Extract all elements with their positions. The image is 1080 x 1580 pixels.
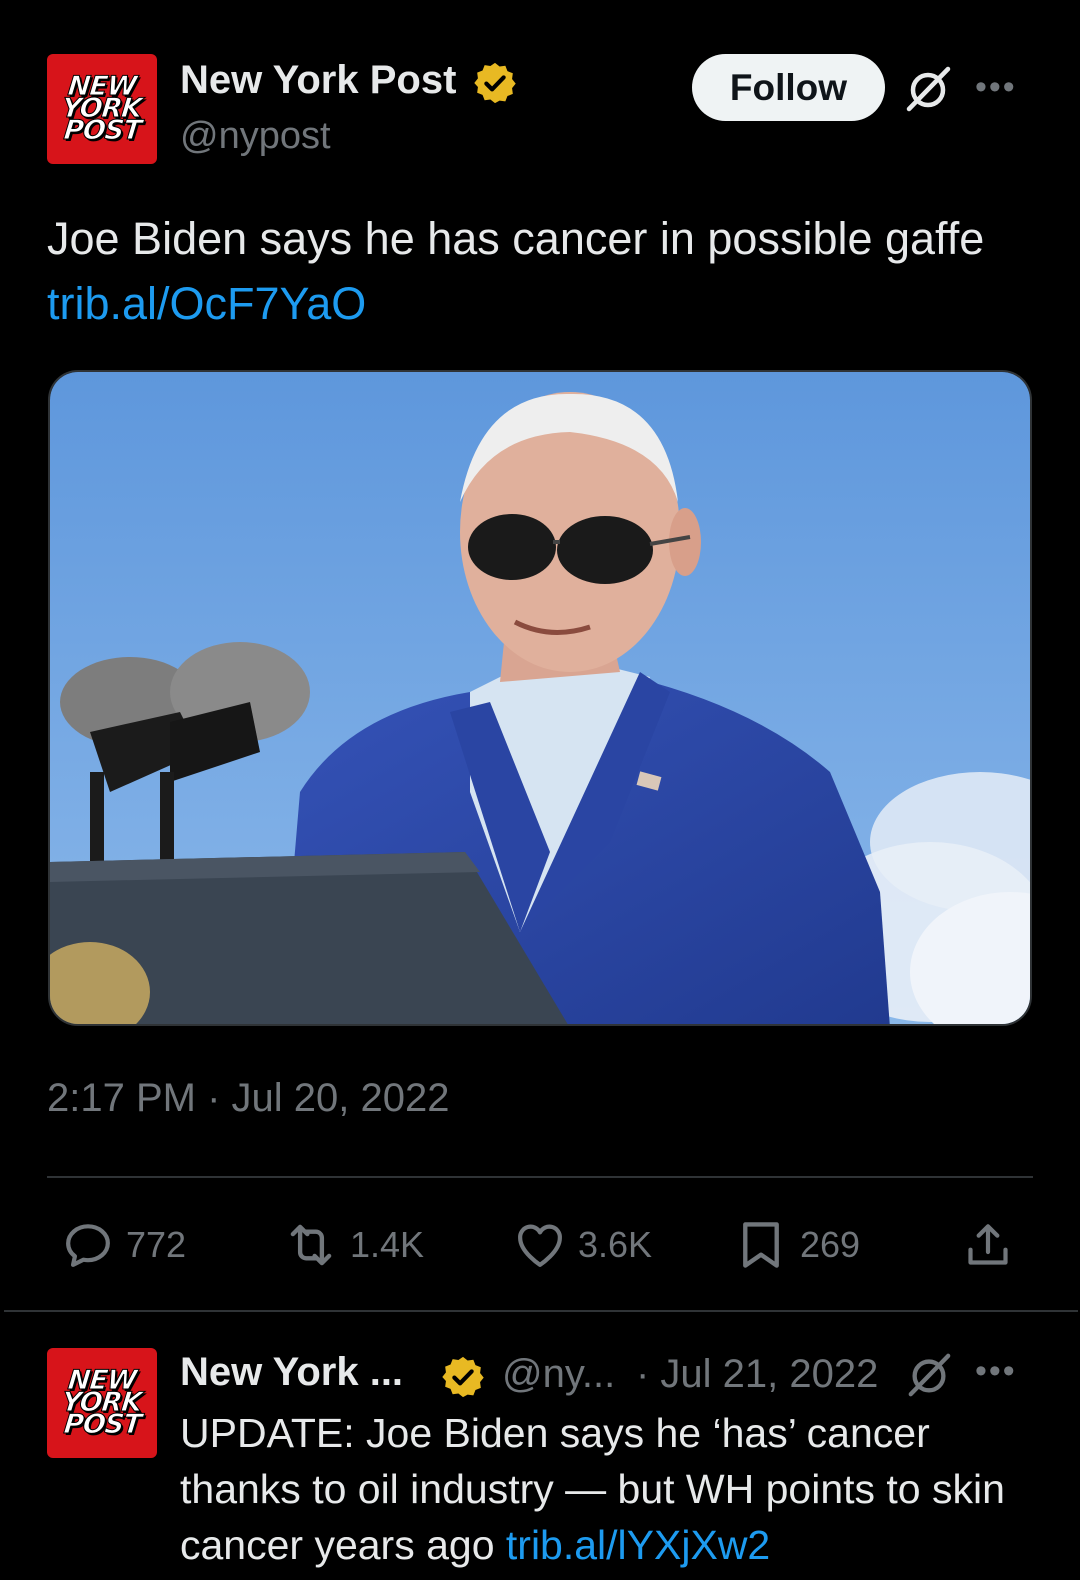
bookmark-icon [743, 1222, 779, 1268]
author-name[interactable]: New York Post [180, 58, 456, 103]
verified-badge-icon [474, 62, 516, 104]
divider [47, 1176, 1033, 1178]
reply-author-name[interactable]: New York ... [180, 1350, 403, 1395]
like-count: 3.6K [578, 1224, 653, 1265]
more-icon[interactable]: ••• [975, 68, 1017, 107]
more-icon[interactable]: ••• [975, 1352, 1017, 1391]
tweet-text: Joe Biden says he has cancer in possible… [47, 206, 1037, 336]
share-icon [968, 1224, 1008, 1265]
reply-text: UPDATE: Joe Biden says he ‘has’ cancer t… [180, 1405, 1040, 1573]
heart-icon [518, 1224, 562, 1267]
tweet-link[interactable]: trib.al/OcF7YaO [47, 278, 366, 329]
share-action[interactable] [960, 1215, 1016, 1275]
bookmark-count: 269 [800, 1224, 861, 1265]
repost-action[interactable]: 1.4K [282, 1215, 424, 1275]
section-divider [4, 1310, 1078, 1312]
reply-count: 772 [126, 1224, 187, 1265]
reply-link[interactable]: trib.al/lYXjXw2 [506, 1522, 770, 1568]
author-handle[interactable]: @nypost [180, 115, 331, 158]
photo-illustration [50, 372, 1030, 1024]
tweet-photo[interactable] [48, 370, 1032, 1026]
grok-icon[interactable] [906, 1352, 952, 1398]
avatar-line-3: POST [62, 115, 143, 147]
reply-icon [66, 1224, 110, 1267]
follow-button[interactable]: Follow [692, 54, 885, 121]
tweet-body: Joe Biden says he has cancer in possible… [47, 213, 985, 264]
reply-nypost-avatar[interactable]: NEW YORK POST [47, 1348, 157, 1458]
like-action[interactable]: 3.6K [512, 1215, 652, 1275]
reply-date[interactable]: · Jul 21, 2022 [636, 1352, 878, 1397]
verified-badge-icon [442, 1356, 484, 1398]
bookmark-action[interactable]: 269 [732, 1215, 860, 1275]
repost-count: 1.4K [350, 1224, 425, 1265]
reply-author-handle[interactable]: @ny... [502, 1352, 615, 1397]
avatar-line-3: POST [62, 1409, 143, 1441]
grok-icon[interactable] [904, 65, 952, 113]
reply-action[interactable]: 772 [60, 1215, 186, 1275]
repost-icon [290, 1224, 332, 1266]
nypost-avatar[interactable]: NEW YORK POST [47, 54, 157, 164]
tweet-timestamp[interactable]: 2:17 PM · Jul 20, 2022 [47, 1076, 449, 1121]
